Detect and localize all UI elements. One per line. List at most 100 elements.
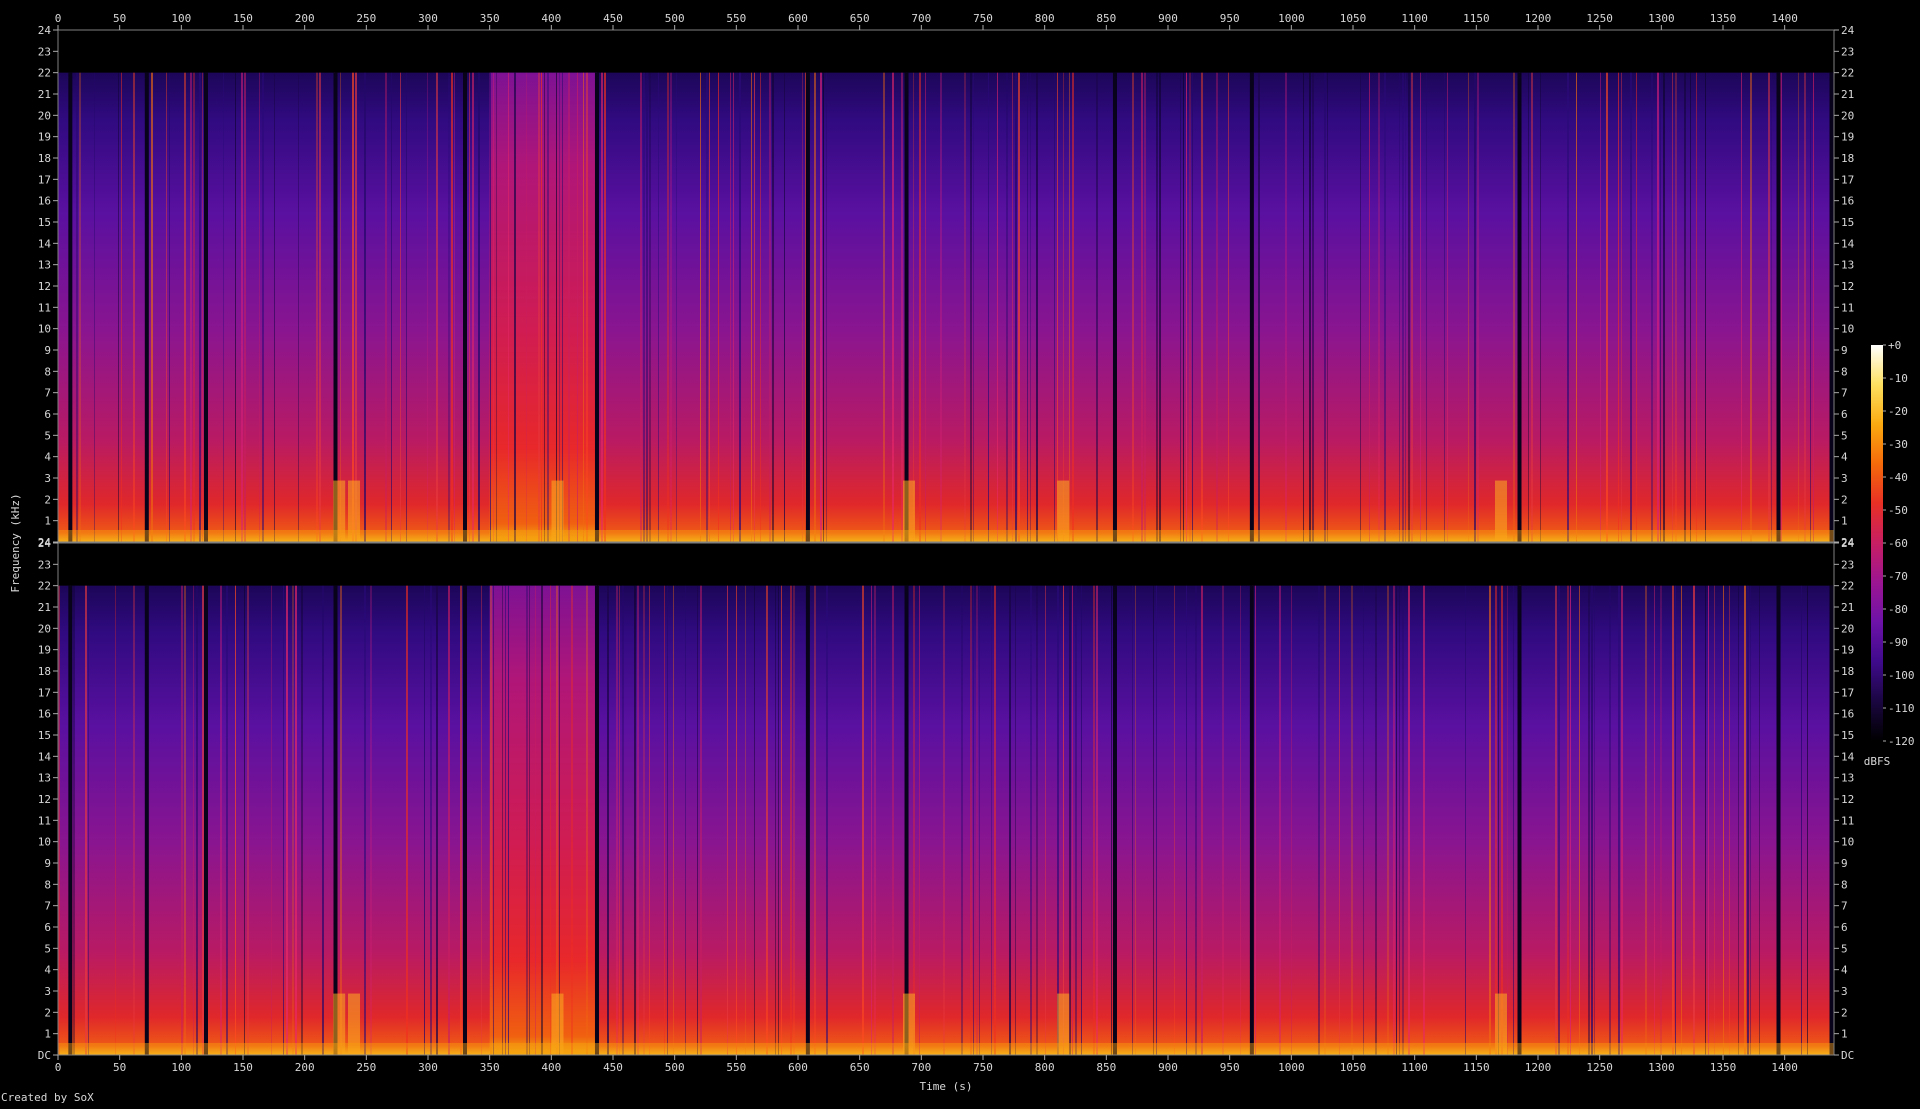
spectral-column xyxy=(496,72,497,543)
spectral-column xyxy=(1324,72,1326,543)
x-tick-label: 550 xyxy=(726,12,746,25)
spectral-column xyxy=(736,585,737,1055)
y-tick-label: 11 xyxy=(1841,814,1854,827)
quiet-gap xyxy=(1112,585,1117,1055)
spectral-column xyxy=(1645,585,1647,1055)
spectral-column xyxy=(718,72,719,543)
spectral-column xyxy=(223,72,224,543)
spectral-column xyxy=(649,585,650,1055)
spectral-column xyxy=(1447,72,1448,543)
spectral-column xyxy=(190,72,192,543)
spectral-column xyxy=(1672,585,1674,1055)
spectral-column xyxy=(244,585,245,1055)
y-tick-label: 8 xyxy=(1841,365,1848,378)
colorbar-label: dBFS xyxy=(1864,755,1891,768)
x-tick-label: 100 xyxy=(171,12,191,25)
spectral-column xyxy=(1018,72,1020,543)
spectral-column xyxy=(1285,72,1287,543)
x-tick-label: 800 xyxy=(1035,12,1055,25)
spectral-column xyxy=(1186,585,1187,1055)
spectral-column xyxy=(1693,585,1695,1055)
spectral-column xyxy=(526,585,528,1055)
x-tick-label: 1300 xyxy=(1648,1061,1675,1074)
colorbar-tick-label: -40 xyxy=(1888,471,1908,484)
spectral-column xyxy=(766,585,768,1055)
spectral-column xyxy=(1723,585,1724,1055)
y-tick-label: 10 xyxy=(1841,323,1854,336)
spectral-column xyxy=(1030,585,1032,1055)
quiet-gap xyxy=(1517,585,1522,1055)
y-tick-label: 24 xyxy=(1841,24,1855,37)
quiet-gap xyxy=(204,585,208,1055)
y-tick-label: 13 xyxy=(1841,772,1854,785)
x-tick-label: 250 xyxy=(356,12,376,25)
spectral-column xyxy=(454,72,455,543)
spectral-column xyxy=(1369,72,1370,543)
spectral-column xyxy=(133,72,135,543)
spectral-column xyxy=(73,585,75,1055)
spectral-column xyxy=(1426,72,1427,543)
spectral-column xyxy=(988,72,989,543)
y-tick-label: 16 xyxy=(38,708,51,721)
spectral-column xyxy=(622,585,624,1055)
quiet-gap xyxy=(904,585,909,1055)
spectral-column xyxy=(1468,72,1469,543)
y-tick-label: 13 xyxy=(1841,259,1854,272)
y-tick-label: 4 xyxy=(1841,964,1848,977)
y-tick-label: 23 xyxy=(38,45,51,58)
y-tick-label: 12 xyxy=(1841,280,1854,293)
spectral-column xyxy=(1798,72,1799,543)
x-tick-label: 600 xyxy=(788,12,808,25)
y-tick-label: 7 xyxy=(1841,900,1848,913)
y-tick-label: 17 xyxy=(1841,173,1854,186)
x-tick-label: 950 xyxy=(1220,1061,1240,1074)
y-tick-label: 16 xyxy=(38,195,51,208)
spectral-column xyxy=(493,72,494,543)
spectral-column xyxy=(1096,72,1098,543)
y-tick-label: 3 xyxy=(44,472,51,485)
spectral-column xyxy=(1636,72,1637,543)
y-tick-label: 8 xyxy=(44,878,51,891)
spectral-column xyxy=(1132,72,1134,543)
spectral-column xyxy=(1558,585,1560,1055)
spectral-column xyxy=(778,585,779,1055)
spectral-column xyxy=(1396,585,1397,1055)
spectral-column xyxy=(1570,585,1571,1055)
spectral-column xyxy=(274,72,275,543)
spectral-column xyxy=(1507,585,1508,1055)
spectral-column xyxy=(604,72,606,543)
y-tick-label: 19 xyxy=(1841,644,1854,657)
spectral-column xyxy=(1135,585,1136,1055)
spectral-column xyxy=(502,585,503,1055)
x-tick-label: 350 xyxy=(480,1061,500,1074)
spectral-column xyxy=(1228,72,1229,543)
spectral-column xyxy=(1255,585,1256,1055)
spectral-column xyxy=(1015,72,1017,543)
y-tick-label: 14 xyxy=(1841,237,1855,250)
spectral-column xyxy=(1540,72,1541,543)
spectral-column xyxy=(1195,585,1197,1055)
spectral-column xyxy=(505,585,506,1055)
x-tick-label: 1050 xyxy=(1340,12,1367,25)
spectral-column xyxy=(751,72,752,543)
spectral-column xyxy=(559,72,560,543)
x-tick-label: 150 xyxy=(233,12,253,25)
spectral-column xyxy=(1681,585,1682,1055)
quiet-gap xyxy=(1249,585,1254,1055)
spectral-column xyxy=(1075,585,1077,1055)
spectral-column xyxy=(1378,72,1380,543)
spectral-column xyxy=(1600,72,1601,543)
spectral-column xyxy=(1291,585,1292,1055)
x-tick-label: 650 xyxy=(850,1061,870,1074)
quiet-gap xyxy=(333,585,338,1055)
spectral-column xyxy=(1069,72,1070,543)
spectral-column xyxy=(1606,72,1608,543)
spectral-column xyxy=(709,72,710,543)
spectral-column xyxy=(964,72,966,543)
spectral-column xyxy=(940,72,942,543)
spectral-column xyxy=(601,72,603,543)
spectral-column xyxy=(121,72,122,543)
y-tick-label: 9 xyxy=(44,857,51,870)
spectral-column xyxy=(1036,72,1038,543)
y-tick-label: 11 xyxy=(1841,301,1854,314)
